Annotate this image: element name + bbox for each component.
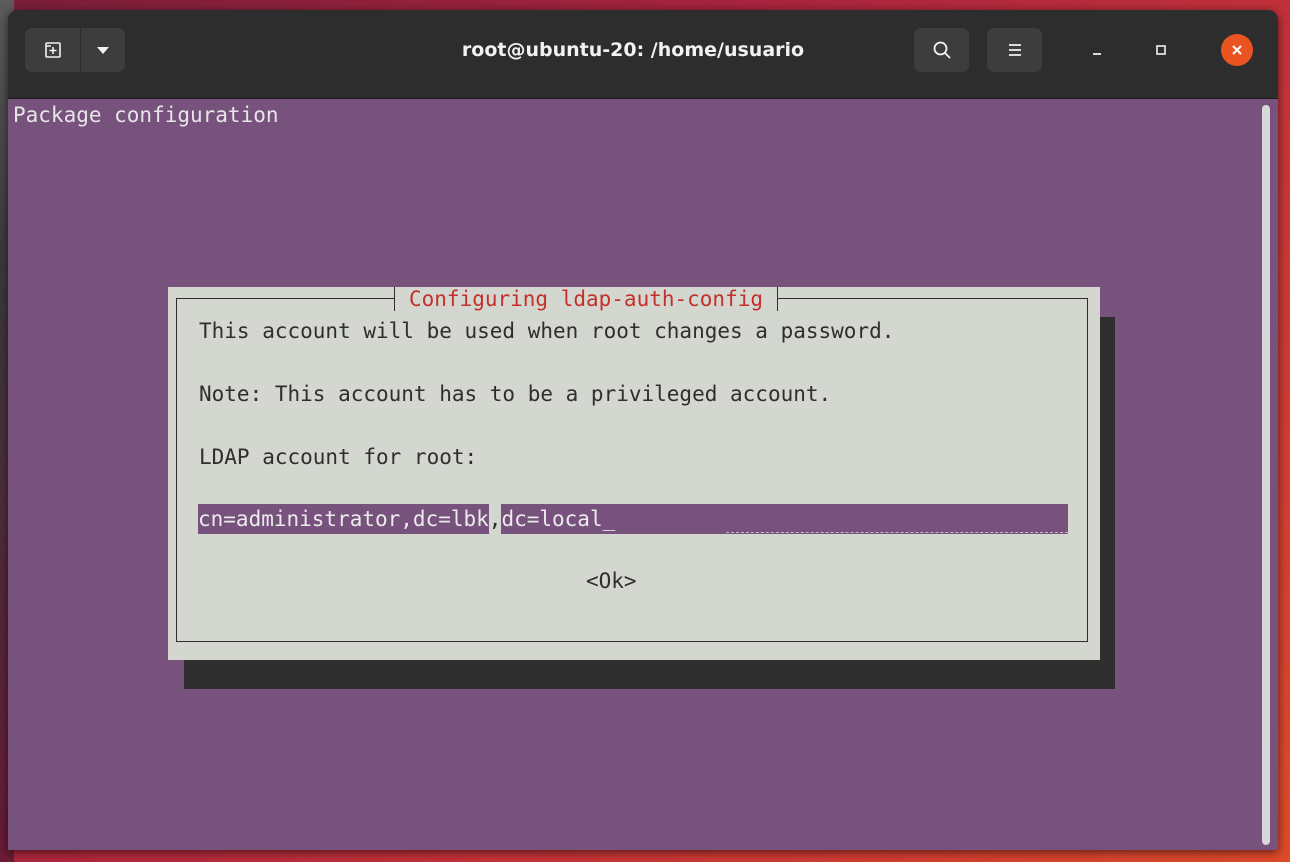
window-title: root@ubuntu-20: /home/usuario bbox=[461, 39, 805, 61]
maximize-icon bbox=[1156, 45, 1166, 55]
hamburger-menu-icon bbox=[1008, 44, 1021, 56]
input-value-part2: dc=local_ bbox=[501, 507, 616, 531]
dialog-prompt: LDAP account for root: bbox=[199, 445, 478, 469]
config-dialog: Configuring ldap-auth-config This accoun… bbox=[168, 287, 1100, 660]
new-tab-button[interactable] bbox=[25, 28, 81, 72]
new-tab-button-group bbox=[25, 28, 125, 72]
dialog-note: Note: This account has to be a privilege… bbox=[199, 382, 832, 406]
input-value-part1: cn=administrator,dc=lbk bbox=[198, 507, 489, 531]
header-bar: root@ubuntu-20: /home/usuario bbox=[8, 10, 1278, 99]
input-separator: , bbox=[488, 504, 502, 534]
scrollbar-thumb[interactable] bbox=[1262, 105, 1270, 845]
maximize-button[interactable] bbox=[1145, 34, 1177, 66]
package-configuration-header: Package configuration bbox=[13, 103, 279, 127]
menu-button[interactable] bbox=[987, 28, 1042, 72]
dialog-description: This account will be used when root chan… bbox=[199, 319, 895, 343]
search-button[interactable] bbox=[914, 28, 969, 72]
terminal-window: root@ubuntu-20: /home/usuario Package co… bbox=[8, 10, 1278, 850]
close-button[interactable] bbox=[1221, 34, 1253, 66]
minimize-icon bbox=[1093, 53, 1101, 55]
scrollbar[interactable] bbox=[1256, 99, 1278, 850]
minimize-button[interactable] bbox=[1081, 34, 1113, 66]
input-empty-area bbox=[726, 532, 1068, 533]
search-icon bbox=[933, 41, 951, 59]
ldap-account-input[interactable]: cn=administrator,dc=lbk,dc=local_ bbox=[198, 504, 1068, 534]
tab-dropdown-button[interactable] bbox=[81, 28, 125, 72]
dialog-title: Configuring ldap-auth-config bbox=[394, 287, 779, 311]
close-icon bbox=[1232, 45, 1242, 55]
ok-button[interactable]: <Ok> bbox=[586, 569, 637, 593]
terminal-area[interactable]: Package configuration Configuring ldap-a… bbox=[8, 99, 1256, 850]
chevron-down-icon bbox=[97, 47, 109, 54]
new-tab-icon bbox=[44, 42, 61, 58]
